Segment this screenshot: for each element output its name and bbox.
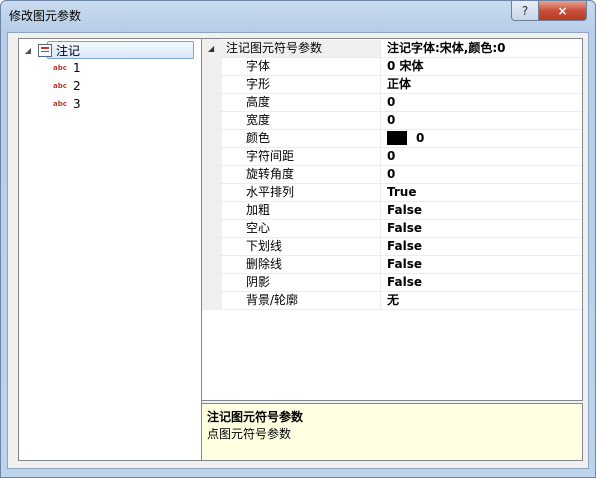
tree-node-child-label: 2 <box>73 79 81 93</box>
property-value[interactable]: 无 <box>380 292 582 309</box>
property-row[interactable]: 宽度 0 <box>202 112 582 130</box>
tree-node-root-label: 注记 <box>56 43 81 58</box>
property-name: 字形 <box>246 77 271 91</box>
property-row[interactable]: 背景/轮廓 无 <box>202 292 582 310</box>
property-name: 背景/轮廓 <box>246 293 299 307</box>
property-value[interactable]: False <box>380 274 582 291</box>
text-symbol-icon: abc <box>53 64 67 72</box>
property-name: 删除线 <box>246 257 283 271</box>
description-title: 注记图元符号参数 <box>207 410 304 424</box>
tree-node-root[interactable]: ◢ 注记 <box>22 41 197 59</box>
property-value[interactable]: False <box>380 256 582 273</box>
property-value[interactable]: 0 <box>380 148 582 165</box>
property-category-name: 注记图元符号参数 <box>226 41 323 55</box>
property-category-value: 注记字体:宋体,颜色:0 <box>380 40 582 57</box>
property-name: 宽度 <box>246 113 271 127</box>
property-category-row[interactable]: ◢ 注记图元符号参数 注记字体:宋体,颜色:0 <box>202 40 582 58</box>
tree-node-child[interactable]: abc 1 <box>53 59 81 77</box>
property-row[interactable]: 字形 正体 <box>202 76 582 94</box>
text-symbol-icon: abc <box>53 100 67 108</box>
collapse-arrow-icon[interactable]: ◢ <box>208 40 214 57</box>
collapse-arrow-icon[interactable]: ◢ <box>22 44 34 56</box>
property-row[interactable]: 空心 False <box>202 220 582 238</box>
property-row[interactable]: 旋转角度 0 <box>202 166 582 184</box>
property-description-panel: 注记图元符号参数 点图元符号参数 <box>201 403 583 461</box>
tree-node-child[interactable]: abc 3 <box>53 95 81 113</box>
property-name: 空心 <box>246 221 271 235</box>
help-button[interactable]: ? <box>511 1 539 21</box>
window-title: 修改图元参数 <box>9 9 82 23</box>
property-name: 旋转角度 <box>246 167 295 181</box>
property-row[interactable]: 高度 0 <box>202 94 582 112</box>
property-row[interactable]: 删除线 False <box>202 256 582 274</box>
close-button[interactable]: × <box>538 1 587 21</box>
property-value[interactable]: False <box>380 238 582 255</box>
property-value[interactable]: 正体 <box>380 76 582 93</box>
element-tree: ◢ 注记 abc 1 abc 2 abc 3 <box>18 38 202 461</box>
property-row[interactable]: 下划线 False <box>202 238 582 256</box>
property-name: 下划线 <box>246 239 283 253</box>
title-bar: 修改图元参数 ? × <box>1 1 595 31</box>
property-name: 阴影 <box>246 275 271 289</box>
dialog-client-area: ◢ 注记 abc 1 abc 2 abc 3 ◢ 注记图元符号参数 注记字体:宋… <box>7 32 589 469</box>
property-value-color[interactable]: 0 <box>380 130 582 147</box>
property-name: 加粗 <box>246 203 271 217</box>
property-value[interactable]: False <box>380 220 582 237</box>
property-value[interactable]: False <box>380 202 582 219</box>
color-swatch <box>387 130 407 145</box>
property-row[interactable]: 字符间距 0 <box>202 148 582 166</box>
dialog-window: 修改图元参数 ? × ◢ 注记 abc 1 abc 2 abc 3 ◢ 注记图元… <box>0 0 596 478</box>
annotation-icon <box>38 43 52 57</box>
property-row[interactable]: 加粗 False <box>202 202 582 220</box>
description-text: 点图元符号参数 <box>207 427 292 441</box>
property-name: 字体 <box>246 59 271 73</box>
text-symbol-icon: abc <box>53 82 67 90</box>
tree-node-child-label: 1 <box>73 61 81 75</box>
property-row[interactable]: 阴影 False <box>202 274 582 292</box>
property-name: 水平排列 <box>246 185 295 199</box>
property-row[interactable]: 水平排列 True <box>202 184 582 202</box>
property-name: 高度 <box>246 95 271 109</box>
color-value-text: 0 <box>416 131 425 145</box>
property-name: 字符间距 <box>246 149 295 163</box>
property-value[interactable]: 0 <box>380 166 582 183</box>
property-name: 颜色 <box>246 131 271 145</box>
property-grid: ◢ 注记图元符号参数 注记字体:宋体,颜色:0 字体 0 宋体 字形 正体 高度… <box>201 38 583 401</box>
property-row[interactable]: 字体 0 宋体 <box>202 58 582 76</box>
property-value[interactable]: 0 宋体 <box>380 58 582 75</box>
tree-node-child[interactable]: abc 2 <box>53 77 81 95</box>
property-row[interactable]: 颜色 0 <box>202 130 582 148</box>
property-value[interactable]: 0 <box>380 94 582 111</box>
property-value[interactable]: 0 <box>380 112 582 129</box>
property-value[interactable]: True <box>380 184 582 201</box>
tree-node-child-label: 3 <box>73 97 81 111</box>
